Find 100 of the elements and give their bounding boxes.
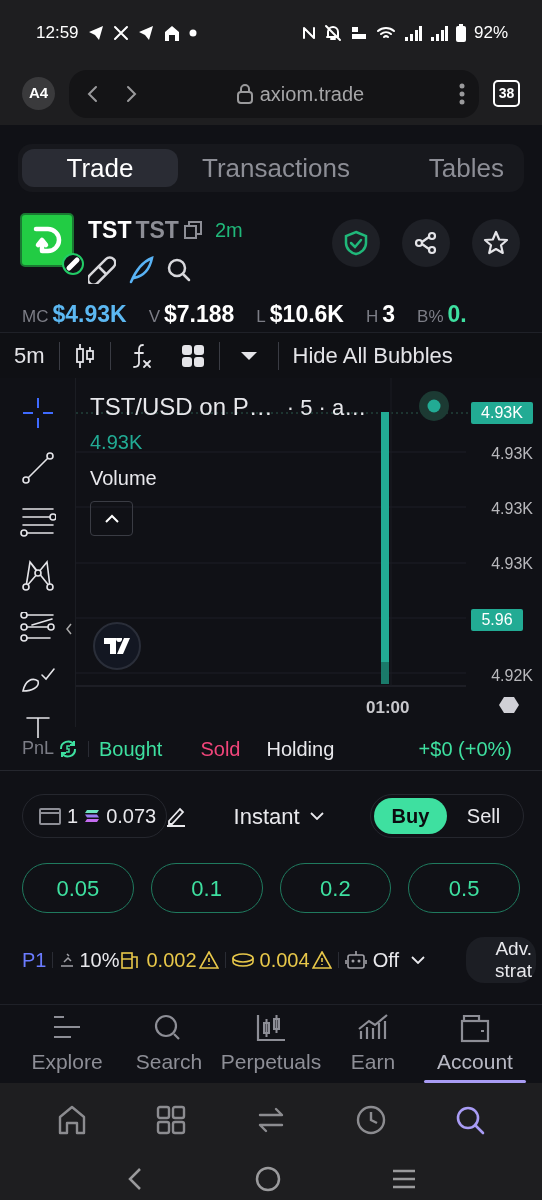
share-button[interactable] [402,219,450,267]
search-icon[interactable] [455,1105,486,1135]
pill-icon[interactable] [88,255,116,284]
chart-logo-badge[interactable] [93,622,141,670]
nfc-icon [301,25,316,41]
nav-item[interactable]: Earn [322,1005,424,1083]
stat-label: MC [22,305,49,328]
holding-amount: Holding [266,736,335,762]
side-option[interactable]: Buy [374,798,447,834]
dropdown-icon[interactable] [239,350,258,361]
stat-label: H [365,305,379,328]
battery-level: 92% [473,22,508,45]
copy-icon[interactable] [182,220,203,241]
token-logo [20,213,74,267]
price-badge: 4.93K [471,402,533,424]
stat-label: B% [417,305,444,328]
nav-item[interactable]: Perpetuals [220,1005,322,1083]
pattern-icon[interactable] [19,559,56,591]
home-icon[interactable] [56,1105,87,1135]
robot-icon [344,950,367,970]
layout-grid-icon[interactable] [180,343,205,368]
url-text: axiom.trade [259,81,365,107]
side-option[interactable]: Sell [447,798,520,834]
swap-arrows-icon[interactable] [256,1105,286,1135]
fuel-icon [120,951,141,969]
dot-icon [188,29,197,37]
muted-bell-icon [323,24,342,42]
chart-title: TST/USD on P… [90,392,273,422]
preset-label[interactable]: P1 [22,945,47,975]
pill-badge-icon [62,253,84,275]
nav-item[interactable]: Search [118,1005,220,1083]
wallet-balance: 0.073 [106,804,157,829]
chevron-down-icon [410,956,425,964]
token-age: 2m [214,218,243,244]
auto-trade-dropdown[interactable]: Off [372,945,425,975]
stat-value: 0. [447,299,467,329]
chart-price: 4.93K [90,430,144,455]
token-ticker: TST [88,216,132,245]
profile-avatar[interactable]: A4 [22,77,55,110]
fib-lines-icon[interactable] [19,612,56,642]
lock-icon [235,83,254,104]
price-axis-label: 4.93K [491,444,533,464]
chevron-down-icon [309,812,324,820]
wallet-count: 1 [67,804,79,829]
nav-item[interactable]: Account [424,1005,526,1083]
interval-button[interactable]: 5m [14,339,45,372]
coin-stack-icon [84,809,101,823]
currency-swap-icon[interactable] [58,738,79,759]
grid-icon[interactable] [156,1105,187,1135]
search-icon[interactable] [166,256,192,283]
feather-icon[interactable] [128,255,154,284]
collapse-icon[interactable] [65,622,73,636]
more-icon[interactable] [459,82,465,105]
recents-icon[interactable] [391,1167,417,1190]
tab-count[interactable]: 38 [493,80,520,107]
stat-value: $4.93K [52,299,127,329]
tab[interactable]: Trade [22,149,178,187]
shield-button[interactable] [332,219,380,267]
perpetuals-icon [255,1013,287,1043]
home-circle-icon[interactable] [255,1165,281,1192]
sold-amount: Sold [200,736,241,762]
edit-icon[interactable] [165,805,188,827]
advanced-strategy-button[interactable]: Adv. strat [466,937,536,983]
hexagon-icon[interactable] [499,696,519,714]
tab[interactable]: Tables [412,149,520,187]
price-axis-label: 4.93K [491,499,533,519]
function-icon[interactable] [130,342,153,369]
coin-icon [231,953,254,967]
candlestick-icon[interactable] [73,342,96,369]
priority-fee-value: 0.002 [146,948,197,973]
volume-label: Volume [90,466,158,491]
slippage-value: 10% [79,948,120,973]
shield-check-icon [344,230,368,256]
chevron-up-icon [103,513,120,524]
address-bar[interactable]: axiom.trade [69,69,479,118]
stat-value: $10.6K [269,299,344,329]
hide-bubbles-button[interactable]: Hide All Bubbles [292,339,453,372]
share-icon [414,231,438,255]
stat-value: 3 [382,299,396,329]
stat-label: V [148,305,160,328]
text-tool-icon[interactable] [24,716,51,738]
nav-item[interactable]: Explore [16,1005,118,1083]
favorite-button[interactable] [472,219,520,267]
mode-dropdown[interactable]: Instant [233,799,324,833]
signal-icon [429,25,448,41]
pnl-result: +$0 (+0%) [418,736,512,762]
tab[interactable]: Transactions [186,149,366,187]
price-badge: 5.96 [471,609,523,631]
parallel-lines-icon[interactable] [19,506,56,538]
bribe-value: 0.004 [259,948,310,973]
warning-icon [198,951,219,969]
amount-button[interactable]: 0.5 [408,863,520,913]
trend-line-icon[interactable] [20,451,55,485]
collapse-button[interactable] [90,501,133,536]
crosshair-icon[interactable] [20,396,55,430]
clock-icon[interactable] [355,1105,386,1135]
bought-amount: Bought [99,736,163,762]
amount-button[interactable]: 0.05 [22,863,134,913]
chart-logo-icon [104,638,130,654]
stat-label: L [256,305,266,328]
